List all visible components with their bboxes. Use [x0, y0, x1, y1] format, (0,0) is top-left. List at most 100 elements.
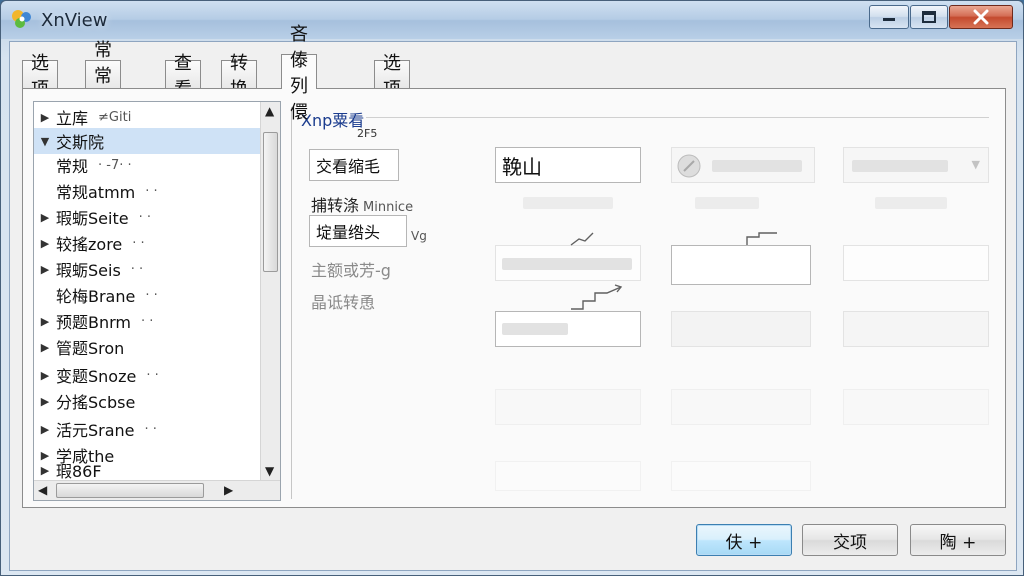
- scroll-right-icon[interactable]: ▶: [224, 483, 233, 497]
- expand-arrow-icon[interactable]: ▶: [34, 369, 56, 382]
- form-label-4: 晶诋转恿: [311, 293, 376, 312]
- scroll-up-icon[interactable]: ▲: [265, 104, 274, 118]
- expand-arrow-icon[interactable]: ▶: [34, 395, 56, 408]
- ghost-caption: [523, 197, 613, 209]
- tab-convert[interactable]: 转换: [221, 53, 257, 100]
- scroll-down-icon[interactable]: ▼: [265, 464, 274, 478]
- minimize-button[interactable]: [869, 5, 909, 29]
- horizontal-scroll-thumb[interactable]: [56, 483, 204, 498]
- form-label-3: 主额或芳-g: [311, 261, 391, 280]
- app-window: XnView 选项 常常观 查看 转换 吝傣列儇 选项 ▶ 立库 ≠Giti: [0, 0, 1024, 576]
- title-bar[interactable]: XnView: [1, 1, 1023, 39]
- minimize-icon: [883, 18, 895, 21]
- tab-general[interactable]: 常常观: [85, 40, 121, 113]
- collapse-arrow-icon[interactable]: ▼: [34, 135, 56, 148]
- vertical-scroll-thumb[interactable]: [263, 132, 278, 272]
- ghost-bar: [502, 258, 632, 270]
- xnview-app-icon: [12, 10, 31, 28]
- maximize-button[interactable]: [910, 5, 948, 29]
- ghost-caption: [875, 197, 947, 209]
- input-field-2[interactable]: 埞量绺头: [309, 215, 407, 247]
- form-label-1: 捕转涤 Minnice: [311, 192, 413, 216]
- tab-options-1[interactable]: 选项: [22, 53, 58, 100]
- tree-item-extra: · ·: [146, 367, 159, 383]
- close-button[interactable]: [949, 5, 1013, 29]
- disabled-gear-icon: [677, 154, 701, 178]
- settings-tree[interactable]: ▶ 立库 ≠Giti ▼ 交斯院 常规 · -7· · 常规atmm · · ▶…: [33, 101, 281, 501]
- tree-horizontal-scrollbar[interactable]: ◀ ▶: [34, 480, 280, 500]
- tree-item-label: 较搖zore: [56, 235, 123, 254]
- tab-options-2[interactable]: 选项: [374, 53, 410, 100]
- ghost-input-3[interactable]: [495, 311, 641, 347]
- tree-item-label: 预题Bnrm: [56, 313, 132, 332]
- tree-item[interactable]: ▶ 立库 ≠Giti: [34, 104, 260, 130]
- tree-item[interactable]: ▶ 瑕86F: [34, 460, 260, 480]
- tree-item[interactable]: ▶ 瑕蛎Seis · ·: [34, 256, 260, 282]
- ghost-bar: [852, 160, 948, 172]
- tree-item[interactable]: ▶ 分搖Scbse: [34, 388, 260, 414]
- tree-item[interactable]: ▶ 较搖zore · ·: [34, 230, 260, 256]
- tree-item-label: 瑕蛎Seis: [56, 261, 121, 280]
- tree-item[interactable]: 常规 · -7· ·: [34, 152, 260, 178]
- blank-input-field[interactable]: [671, 245, 811, 285]
- form-label-1-sub: Minnice: [363, 200, 414, 215]
- step-marker-icon: [571, 284, 623, 310]
- ghost-field-2: [495, 245, 641, 281]
- window-title: XnView: [41, 10, 108, 31]
- tree-item[interactable]: ▶ 活元Srane · ·: [34, 416, 260, 442]
- dropdown-arrow-icon: ▼: [971, 158, 980, 171]
- tree-item-extra: · ·: [145, 287, 158, 303]
- expand-arrow-icon[interactable]: ▶: [34, 263, 56, 276]
- tree-item[interactable]: ▶ 预题Bnrm · ·: [34, 308, 260, 334]
- expand-arrow-icon[interactable]: ▶: [34, 211, 56, 224]
- tab-list-active[interactable]: 吝傣列儇: [281, 24, 317, 123]
- tree-item-label: 变题Snoze: [56, 367, 137, 386]
- input-field-top[interactable]: 交看缩毛: [309, 149, 399, 181]
- ghost-field-9: [495, 461, 641, 491]
- maximize-icon: [922, 11, 936, 23]
- ghost-field-8: [843, 389, 989, 425]
- tree-item-extra: ≠Giti: [98, 109, 132, 125]
- expand-arrow-icon[interactable]: ▶: [34, 237, 56, 250]
- tree-item-extra: · ·: [144, 421, 157, 437]
- ghost-field-4: [671, 311, 811, 347]
- tree-item-label: 分搖Scbse: [56, 393, 136, 412]
- ghost-field-10: [671, 461, 811, 491]
- tree-item[interactable]: ▶ 瑕蛎Seite · ·: [34, 204, 260, 230]
- close-icon: [973, 9, 989, 25]
- tree-item-label: 立库: [56, 109, 89, 128]
- tree-item-extra: · ·: [130, 261, 144, 277]
- step-marker-icon: [570, 232, 594, 246]
- expand-arrow-icon[interactable]: ▶: [34, 341, 56, 354]
- cancel-button[interactable]: 陶 +: [910, 524, 1006, 556]
- tree-item[interactable]: 常规atmm · ·: [34, 178, 260, 204]
- dialog-content: 选项 常常观 查看 转换 吝傣列儇 选项 ▶ 立库 ≠Giti ▼ 交斯院 常规: [9, 24, 1017, 571]
- tree-item-label: 瑕蛎Seite: [56, 209, 129, 228]
- group-divider: [309, 117, 989, 118]
- tree-vertical-scrollbar[interactable]: ▲ ▼: [260, 102, 280, 482]
- tab-view[interactable]: 查看: [165, 53, 201, 100]
- ghost-button-1: [671, 147, 815, 183]
- name-field[interactable]: 鞔山: [495, 147, 641, 183]
- tree-item-label: 管题Sron: [56, 339, 125, 358]
- expand-arrow-icon[interactable]: ▶: [34, 111, 56, 124]
- tree-item[interactable]: ▶ 管题Sron: [34, 334, 260, 360]
- expand-arrow-icon[interactable]: ▶: [34, 315, 56, 328]
- tree-item-label: 常规: [56, 157, 89, 176]
- expand-arrow-icon[interactable]: ▶: [34, 423, 56, 436]
- tree-item[interactable]: 轮梅Brane · ·: [34, 282, 260, 308]
- tree-item-extra: · ·: [145, 183, 158, 199]
- ok-button[interactable]: 伕 +: [696, 524, 792, 556]
- apply-button[interactable]: 交项: [802, 524, 898, 556]
- tree-item-label: 活元Srane: [56, 421, 135, 440]
- tree-item[interactable]: ▶ 变题Snoze · ·: [34, 362, 260, 388]
- ghost-bar: [712, 160, 802, 172]
- ghost-field-6: [495, 389, 641, 425]
- step-marker-icon: [746, 232, 777, 245]
- expand-arrow-icon[interactable]: ▶: [34, 464, 56, 477]
- tree-item-extra: · ·: [141, 313, 154, 329]
- ghost-field-7: [671, 389, 811, 425]
- tab-panel: ▶ 立库 ≠Giti ▼ 交斯院 常规 · -7· · 常规atmm · · ▶…: [22, 88, 1006, 508]
- tree-item-selected[interactable]: ▼ 交斯院: [34, 128, 260, 154]
- scroll-left-icon[interactable]: ◀: [38, 483, 47, 497]
